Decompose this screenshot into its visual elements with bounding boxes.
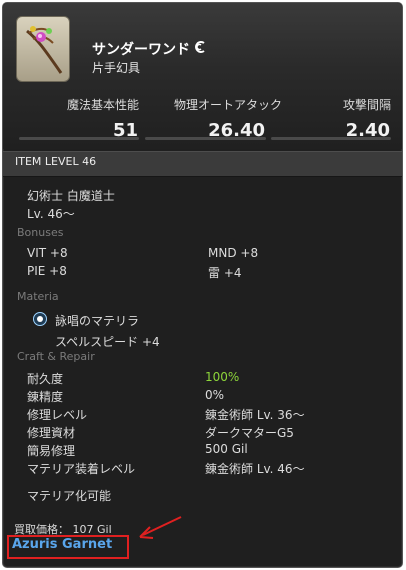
craft-label-spiritbond: 錬精度: [27, 390, 64, 404]
server-name-link[interactable]: Azuris Garnet: [12, 537, 112, 552]
high-quality-icon: [195, 41, 205, 53]
materia-name: 詠唱のマテリラ: [55, 314, 140, 328]
craft-label-durability: 耐久度: [27, 372, 64, 386]
craft-value-materials: ダークマターG5: [205, 426, 294, 440]
item-category: 片手幻具: [92, 61, 141, 75]
materia-heading: Materia: [17, 290, 59, 303]
craft-value-durability: 100%: [205, 370, 240, 384]
craft-value-repair-level: 錬金術師 Lv. 36～: [205, 408, 305, 422]
extractable-label: マテリア化可能: [27, 489, 112, 503]
wand-icon: [26, 26, 63, 74]
stat-label-delay: 攻撃間隔: [343, 98, 392, 112]
craft-value-materia-melding: 錬金術師 Lv. 46～: [205, 462, 305, 476]
stat-bar-magic-damage: [19, 137, 139, 140]
craft-label-quick-repair: 簡易修理: [27, 444, 76, 458]
item-level: ITEM LEVEL 46: [15, 155, 97, 168]
stat-label-auto-attack: 物理オートアタック: [174, 98, 283, 112]
craft-value-spiritbond: 0%: [205, 388, 225, 402]
bonus-pie: PIE +8: [27, 264, 67, 278]
materia-slot-icon: [33, 312, 47, 326]
stat-bar-auto-attack: [145, 137, 266, 140]
craft-label-materials: 修理資材: [27, 426, 76, 440]
stat-bar-delay: [271, 137, 391, 140]
stat-label-magic-damage: 魔法基本性能: [67, 98, 140, 112]
bonus-mnd: MND +8: [208, 246, 259, 260]
bonuses-heading: Bonuses: [17, 226, 64, 239]
bonus-vit: VIT +8: [27, 246, 68, 260]
materia-effect: スペルスピード +4: [55, 335, 160, 349]
item-icon[interactable]: [16, 16, 70, 82]
craft-repair-heading: Craft & Repair: [17, 350, 95, 363]
item-tooltip: サンダーワンド 片手幻具 魔法基本性能 物理オートアタック 攻撃間隔 51 26…: [2, 2, 403, 568]
item-name: サンダーワンド: [92, 42, 190, 58]
bonus-lightning: 雷 +4: [208, 266, 242, 280]
red-arrow-icon: [139, 516, 182, 539]
craft-value-quick-repair: 500 Gil: [205, 442, 248, 456]
job-list: 幻術士 白魔道士: [27, 189, 115, 203]
level-requirement: Lv. 46～: [27, 207, 75, 221]
craft-label-materia-melding: マテリア装着レベル: [27, 462, 136, 476]
craft-label-repair-level: 修理レベル: [27, 408, 88, 422]
